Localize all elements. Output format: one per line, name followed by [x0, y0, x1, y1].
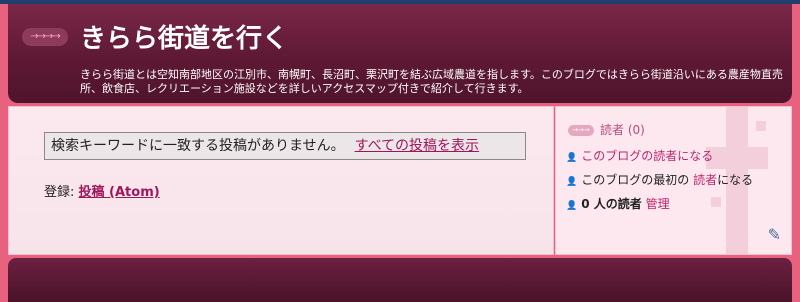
blog-header: →→→→ きらら街道を行く きらら街道とは空知南部地区の江別市、南幌町、長沼町、…: [8, 4, 792, 103]
person-icon: 👤: [566, 201, 578, 211]
first-reader-prefix: このブログの最初の: [581, 173, 690, 187]
first-reader-link[interactable]: 読者: [693, 173, 717, 187]
first-reader-item: 👤 このブログの最初の 読者になる: [566, 171, 753, 188]
decor-stripe-horizontal: [706, 147, 768, 169]
no-results-notice: 検索キーワードに一致する投稿がありません。 すべての投稿を表示: [44, 132, 526, 160]
decor-square: [711, 197, 721, 207]
person-icon: 👤: [566, 177, 578, 187]
blog-footer: [8, 258, 792, 302]
blog-description: きらら街道とは空知南部地区の江別市、南幌町、長沼町、栗沢町を結ぶ広域農道を指しま…: [80, 68, 783, 95]
edit-widget-icon[interactable]: ✎: [768, 225, 781, 244]
show-all-posts-link[interactable]: すべての投稿を表示: [355, 138, 479, 154]
followers-heading-text: 読者 (0): [600, 123, 645, 137]
first-reader-suffix: になる: [717, 173, 754, 187]
manage-link[interactable]: 管理: [646, 197, 670, 211]
no-results-text: 検索キーワードに一致する投稿がありません。: [51, 138, 345, 154]
followers-heading: →→→ 読者 (0): [568, 121, 645, 138]
become-reader-item: 👤 このブログの読者になる: [566, 147, 713, 164]
feed-subscribe: 登録: 投稿 (Atom): [44, 181, 160, 200]
reader-count-item: 👤 0 人の読者 管理: [566, 195, 670, 212]
main-content: 検索キーワードに一致する投稿がありません。 すべての投稿を表示 登録: 投稿 (A…: [8, 106, 554, 255]
feed-label: 登録:: [44, 185, 75, 200]
become-reader-link[interactable]: このブログの読者になる: [581, 149, 713, 163]
arrow-logo-icon: →→→→: [22, 28, 68, 46]
person-icon: 👤: [566, 153, 578, 163]
atom-feed-link[interactable]: 投稿 (Atom): [79, 185, 160, 200]
followers-widget: →→→ 読者 (0) 👤 このブログの読者になる 👤 このブログの最初の 読者になる …: [555, 106, 792, 255]
arrow-icon: →→→: [568, 125, 594, 136]
decor-square: [756, 121, 766, 131]
blog-title[interactable]: きらら街道を行く: [80, 22, 288, 56]
reader-count: 0 人の読者: [581, 197, 642, 211]
